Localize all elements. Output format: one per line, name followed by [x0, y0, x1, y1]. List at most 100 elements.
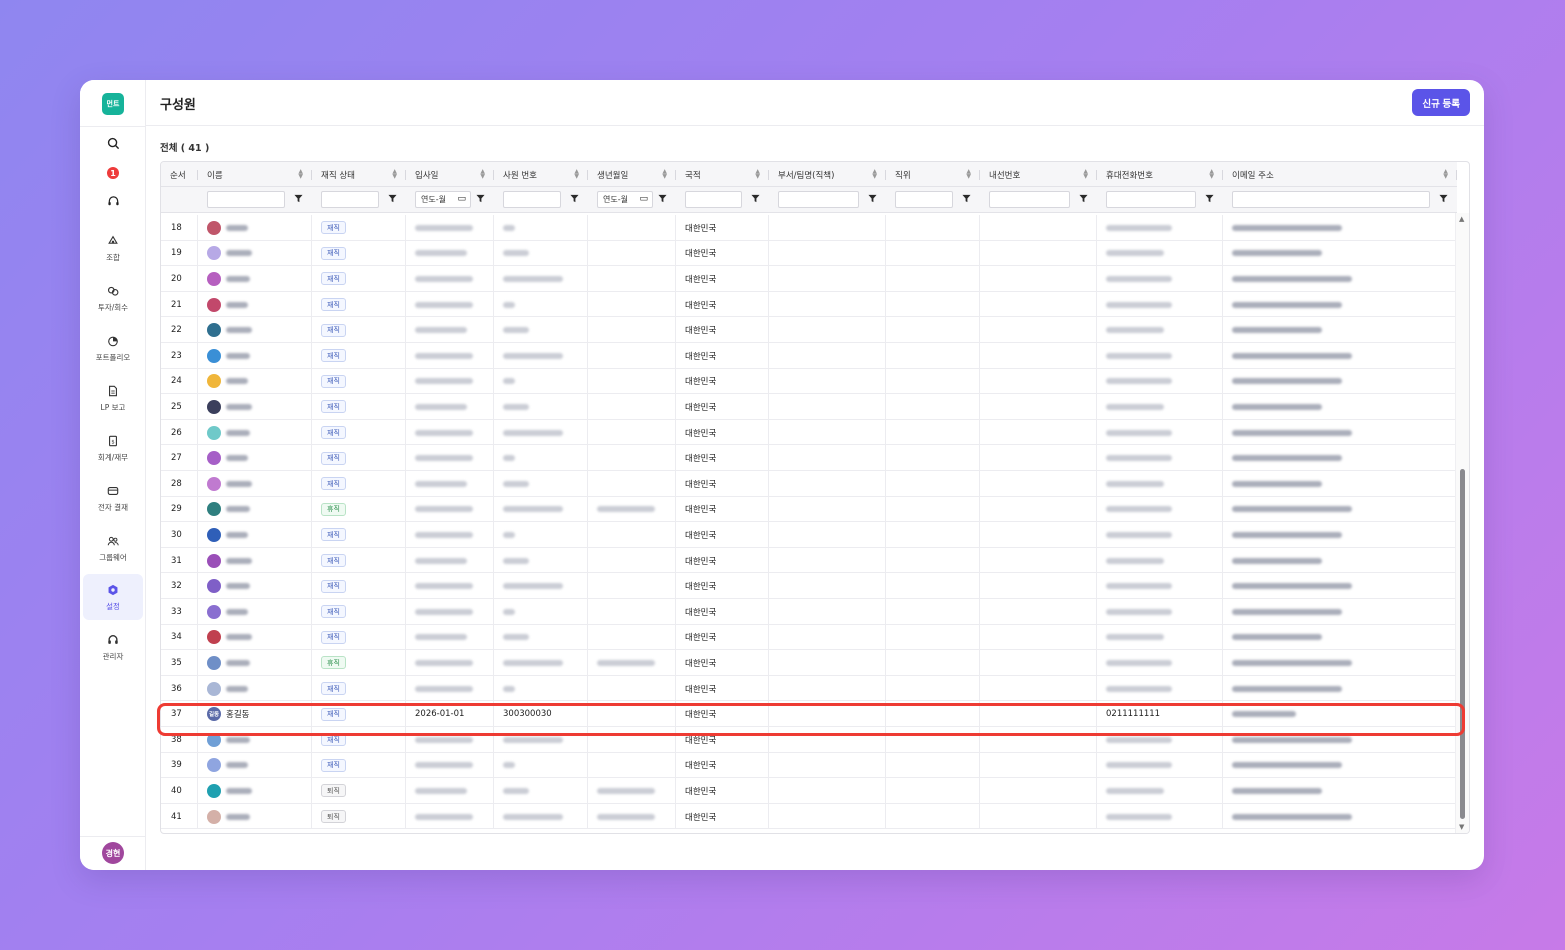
scroll-down-arrow-icon[interactable]: ▼ [1459, 823, 1464, 831]
filter-input[interactable] [989, 191, 1070, 208]
table-row[interactable]: 37 길동 홍길동 재직 2026-01-01 300300030 대한민국 02111111… [161, 701, 1457, 727]
table-row[interactable]: 34 재직 대한민국 [161, 624, 1457, 651]
table-row[interactable]: 26 재직 대한민국 [161, 419, 1457, 446]
column-header-ext[interactable]: 내선번호 ▲ ▼ [980, 162, 1097, 187]
table-row[interactable]: 20 재직 대한민국 [161, 266, 1457, 292]
sidebar-item-settings[interactable]: 설정 [83, 574, 143, 620]
filter-input[interactable] [321, 191, 379, 208]
table-row[interactable]: 39 재직 대한민국 [161, 752, 1457, 779]
column-header-join[interactable]: 입사일 ▲ ▼ [406, 162, 494, 187]
sidebar-item-accounting[interactable]: $ 회계/재무 [83, 425, 143, 471]
filter-funnel-icon[interactable] [751, 194, 760, 207]
cell-birth [588, 522, 676, 548]
sidebar-item-invest[interactable]: 투자/회수 [83, 275, 143, 321]
table-row[interactable]: 27 재직 대한민국 [161, 445, 1457, 471]
cell-dept [769, 752, 886, 779]
column-header-pos[interactable]: 직위 ▲ ▼ [886, 162, 980, 187]
filter-input[interactable] [503, 191, 561, 208]
sort-icon[interactable]: ▲ ▼ [755, 169, 760, 180]
sidebar-item-portfolio[interactable]: 포트폴리오 [83, 325, 143, 371]
table-row[interactable]: 33 재직 대한민국 [161, 599, 1457, 625]
column-header-dept[interactable]: 부서/팀명(직책) ▲ ▼ [769, 162, 886, 187]
app-logo[interactable]: 먼트 [102, 93, 124, 115]
sidebar-item-lp[interactable]: LP 보고 [83, 375, 143, 421]
filter-input[interactable] [685, 191, 742, 208]
filter-funnel-icon[interactable] [1439, 194, 1448, 207]
member-name[interactable]: 홍길동 [226, 708, 249, 720]
filter-input[interactable] [1106, 191, 1196, 208]
avatar [207, 527, 221, 542]
filter-funnel-icon[interactable] [388, 194, 397, 207]
notification-badge[interactable]: 1 [107, 167, 119, 179]
sort-icon[interactable]: ▲ ▼ [298, 169, 303, 180]
column-header-seq[interactable]: 순서 [161, 162, 198, 187]
table-row[interactable]: 41 퇴직 대한민국 [161, 803, 1457, 830]
vertical-scrollbar[interactable]: ▲ ▼ [1455, 213, 1469, 833]
sort-icon[interactable]: ▲ ▼ [966, 169, 971, 180]
sort-icon[interactable]: ▲ ▼ [1083, 169, 1088, 180]
table-row[interactable]: 38 재직 대한민국 [161, 727, 1457, 753]
table-row[interactable]: 21 재직 대한민국 [161, 291, 1457, 318]
filter-funnel-icon[interactable] [1205, 194, 1214, 207]
filter-funnel-icon[interactable] [1079, 194, 1088, 207]
date-filter-input[interactable]: 연도-월 ▭ [415, 191, 471, 208]
table-row[interactable]: 36 재직 대한민국 [161, 675, 1457, 702]
user-avatar[interactable]: 경현 [102, 842, 124, 864]
sort-icon[interactable]: ▲ ▼ [392, 169, 397, 180]
table-row[interactable]: 25 재직 대한민국 [161, 394, 1457, 420]
filter-funnel-icon[interactable] [294, 194, 303, 207]
cell-status: 휴직 [312, 650, 406, 676]
new-register-button[interactable]: 신규 등록 [1412, 89, 1470, 116]
calendar-icon[interactable]: ▭ [457, 194, 466, 204]
column-header-email[interactable]: 이메일 주소 ▲ ▼ [1223, 162, 1457, 187]
sort-icon[interactable]: ▲ ▼ [1443, 169, 1448, 180]
date-filter-input[interactable]: 연도-월 ▭ [597, 191, 653, 208]
filter-input[interactable] [778, 191, 859, 208]
table-row[interactable]: 22 재직 대한민국 [161, 317, 1457, 343]
table-row[interactable]: 35 휴직 대한민국 [161, 650, 1457, 676]
table-row[interactable]: 31 재직 대한민국 [161, 547, 1457, 574]
column-header-mobile[interactable]: 휴대전화번호 ▲ ▼ [1097, 162, 1223, 187]
filter-input[interactable] [895, 191, 953, 208]
table-row[interactable]: 19 재직 대한민국 [161, 240, 1457, 267]
filter-funnel-icon[interactable] [868, 194, 877, 207]
filter-funnel-icon[interactable] [658, 194, 667, 207]
filter-funnel-icon[interactable] [962, 194, 971, 207]
sidebar-item-admin[interactable]: 관리자 [83, 624, 143, 670]
table-row[interactable]: 32 재직 대한민국 [161, 573, 1457, 599]
scroll-thumb[interactable] [1460, 469, 1465, 819]
sort-icon[interactable]: ▲ ▼ [872, 169, 877, 180]
avatar [207, 732, 221, 747]
filter-funnel-icon[interactable] [570, 194, 579, 207]
table-row[interactable]: 30 재직 대한민국 [161, 522, 1457, 548]
column-header-name[interactable]: 이름 ▲ ▼ [198, 162, 312, 187]
table-row[interactable]: 18 재직 대한민국 [161, 215, 1457, 241]
column-header-birth[interactable]: 생년월일 ▲ ▼ [588, 162, 676, 187]
table-row[interactable]: 24 재직 대한민국 [161, 368, 1457, 395]
table-row[interactable]: 29 휴직 대한민국 [161, 496, 1457, 523]
sort-icon[interactable]: ▲ ▼ [574, 169, 579, 180]
column-header-label: 휴대전화번호 [1106, 170, 1153, 181]
sort-icon[interactable]: ▲ ▼ [662, 169, 667, 180]
sidebar-item-combo[interactable]: 조합 [83, 225, 143, 271]
filter-input[interactable] [207, 191, 285, 208]
sort-icon[interactable]: ▲ ▼ [480, 169, 485, 180]
cell-seq: 33 [161, 599, 198, 625]
headset-icon[interactable] [80, 195, 146, 208]
column-divider[interactable] [1456, 170, 1457, 180]
table-row[interactable]: 23 재직 대한민국 [161, 343, 1457, 369]
column-header-status[interactable]: 재직 상태 ▲ ▼ [312, 162, 406, 187]
cell-pos [886, 394, 980, 420]
sidebar-item-groupware[interactable]: 그룹웨어 [83, 525, 143, 571]
scroll-up-arrow-icon[interactable]: ▲ [1459, 215, 1464, 223]
table-row[interactable]: 40 퇴직 대한민국 [161, 778, 1457, 804]
calendar-icon[interactable]: ▭ [639, 194, 648, 204]
filter-funnel-icon[interactable] [476, 194, 485, 207]
sort-icon[interactable]: ▲ ▼ [1209, 169, 1214, 180]
table-row[interactable]: 28 재직 대한민국 [161, 471, 1457, 497]
sidebar-item-approval[interactable]: 전자 결재 [83, 475, 143, 521]
search-icon[interactable] [80, 137, 146, 150]
column-header-empno[interactable]: 사원 번호 ▲ ▼ [494, 162, 588, 187]
filter-input[interactable] [1232, 191, 1430, 208]
column-header-nat[interactable]: 국적 ▲ ▼ [676, 162, 769, 187]
